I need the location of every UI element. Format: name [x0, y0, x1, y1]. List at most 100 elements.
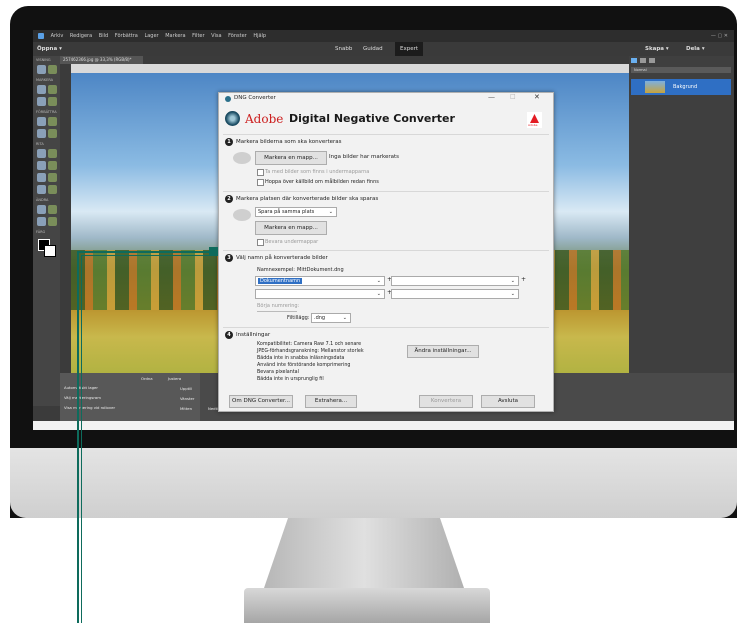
menu-item-fonster[interactable]: Fönster [228, 33, 247, 39]
pen-tool-icon[interactable] [48, 185, 57, 194]
eraser-tool-icon[interactable] [48, 149, 57, 158]
extension-select[interactable]: .dng ⌄ [311, 313, 351, 323]
clone-tool-icon[interactable] [48, 129, 57, 138]
open-button[interactable]: Öppna ▾ [37, 42, 62, 56]
skip-existing-checkbox[interactable] [257, 179, 264, 186]
window-controls-icon[interactable]: — ▢ ✕ [711, 30, 728, 42]
eye-tool-icon[interactable] [37, 117, 46, 126]
gradient-tool-icon[interactable] [48, 161, 57, 170]
separator [223, 250, 549, 251]
blend-mode-value: Normal [634, 68, 647, 72]
skip-existing-label: Hoppa över källbild om målbilden redan f… [265, 179, 379, 185]
layers-tab-icon[interactable] [631, 58, 637, 63]
menu-item-lager[interactable]: Lager [144, 33, 158, 39]
chevron-down-icon: ⌄ [342, 315, 347, 321]
adobe-brand-text: Adobe [245, 112, 284, 126]
brush-tool-icon[interactable] [37, 149, 46, 158]
content-move-icon[interactable] [48, 217, 57, 226]
step-3-badge: 3 [225, 254, 233, 262]
hand-tool-icon[interactable] [48, 65, 57, 74]
select-target-folder-button[interactable]: Markera en mapp... [255, 221, 327, 235]
align-left-option[interactable]: Vänster [180, 396, 194, 401]
callout-line [81, 255, 214, 256]
spot-heal-icon[interactable] [48, 117, 57, 126]
separator [223, 327, 549, 328]
chevron-down-icon: ⌄ [376, 291, 381, 297]
text-tool-icon[interactable] [37, 185, 46, 194]
adobe-logo-text: Adobe [528, 123, 538, 127]
convert-button[interactable]: Konvertera [419, 395, 473, 408]
select-folder-button[interactable]: Markera en mapp... [255, 151, 327, 165]
settings-line: JPEG-förhandsgranskning: Mellanstor stor… [257, 349, 364, 354]
align-label: Justera [168, 376, 182, 381]
graphics-tab-icon[interactable] [649, 58, 655, 63]
settings-line: Bädda inte in ursprunglig fil [257, 377, 324, 382]
recompose-tool-icon[interactable] [48, 205, 57, 214]
background-color-swatch[interactable] [44, 245, 56, 257]
menu-bar: Arkiv Redigera Bild Förbättra Lager Mark… [33, 30, 734, 42]
name-part-1-select[interactable]: Dokumentnamn ⌄ [255, 276, 385, 286]
step-1-heading: Markera bilderna som ska konverteras [236, 139, 342, 145]
extension-label: Filtillägg: [287, 315, 310, 321]
align-top-option[interactable]: Upptill [180, 386, 192, 391]
menu-item-bild[interactable]: Bild [99, 33, 108, 39]
callout-line [77, 251, 214, 253]
start-numbering-field[interactable] [257, 311, 297, 312]
shape-tool-icon[interactable] [48, 173, 57, 182]
name-part-4-select[interactable]: ⌄ [391, 289, 519, 299]
tab-snabb[interactable]: Snabb [335, 42, 352, 56]
no-images-status: Inga bilder har markerats [329, 154, 400, 160]
zoom-tool-icon[interactable] [37, 65, 46, 74]
extract-button[interactable]: Extrahera... [305, 395, 357, 408]
step-3-heading: Välj namn på konverterade bilder [236, 255, 328, 261]
about-button[interactable]: Om DNG Converter... [229, 395, 293, 408]
effects-tab-icon[interactable] [640, 58, 646, 63]
name-part-1-value: Dokumentnamn [258, 278, 303, 284]
name-part-2-select[interactable]: ⌄ [391, 276, 519, 286]
menu-item-forbattra[interactable]: Förbättra [115, 33, 138, 39]
menu-item-arkiv[interactable]: Arkiv [51, 33, 64, 39]
include-subfolders-checkbox[interactable] [257, 169, 264, 176]
monitor-stand-neck [264, 518, 464, 588]
minimize-button[interactable]: — [488, 93, 495, 101]
tab-guidad[interactable]: Guidad [363, 42, 383, 56]
quit-button[interactable]: Avsluta [481, 395, 535, 408]
marquee-tool-icon[interactable] [48, 85, 57, 94]
menu-item-filter[interactable]: Filter [192, 33, 204, 39]
save-location-select[interactable]: Spara på samma plats ⌄ [255, 207, 337, 217]
rollover-highlight-option[interactable]: Visa markering vid rollover [64, 405, 115, 410]
name-part-3-select[interactable]: ⌄ [255, 289, 385, 299]
chevron-down-icon: ⌄ [376, 278, 381, 284]
magic-wand-icon[interactable] [48, 97, 57, 106]
layer-thumbnail [645, 81, 665, 93]
arrange-label: Ordna [141, 376, 153, 381]
lasso-tool-icon[interactable] [37, 97, 46, 106]
crop-tool-icon[interactable] [37, 205, 46, 214]
bounding-box-option[interactable]: Välj markeringsram [64, 395, 101, 400]
chevron-down-icon: ⌄ [510, 278, 515, 284]
preserve-subfolders-checkbox[interactable] [257, 239, 264, 246]
document-tab[interactable]: 257462366.jpg @ 33,3% (RGB/8)* [60, 56, 143, 64]
straighten-tool-icon[interactable] [37, 217, 46, 226]
change-settings-button[interactable]: Ändra inställningar... [407, 345, 479, 358]
bucket-tool-icon[interactable] [37, 161, 46, 170]
sponge-tool-icon[interactable] [37, 129, 46, 138]
align-middle-option[interactable]: Mitten [180, 406, 192, 411]
pencil-tool-icon[interactable] [37, 173, 46, 182]
close-button[interactable]: ✕ [534, 93, 540, 101]
create-button[interactable]: Skapa ▾ [645, 42, 669, 56]
name-example-value: MittDokument.dng [297, 267, 344, 273]
step-1-badge: 1 [225, 138, 233, 146]
tab-expert[interactable]: Expert [395, 42, 424, 56]
move-tool-icon[interactable] [37, 85, 46, 94]
menu-item-visa[interactable]: Visa [211, 33, 221, 39]
menu-item-hjalp[interactable]: Hjälp [253, 33, 266, 39]
menu-item-markera[interactable]: Markera [165, 33, 185, 39]
menu-item-redigera[interactable]: Redigera [70, 33, 92, 39]
chevron-down-icon: ⌄ [328, 209, 333, 215]
toolbox-section-label: FÄRG [36, 230, 46, 234]
blend-mode-select[interactable]: Normal [631, 67, 731, 73]
share-button[interactable]: Dela ▾ [686, 42, 705, 56]
preserve-subfolders-label: Bevara undermappar [265, 239, 319, 245]
maximize-button[interactable]: □ [510, 93, 516, 100]
